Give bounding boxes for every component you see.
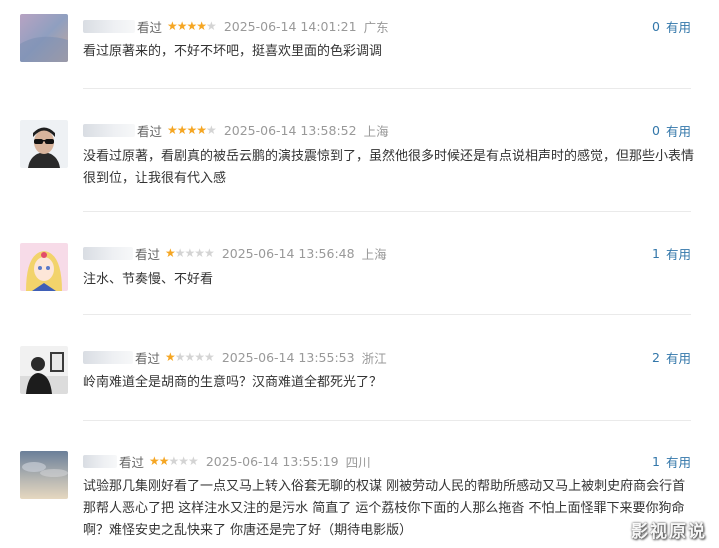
user-avatar[interactable] — [20, 120, 68, 168]
useful-count: 1 — [652, 245, 660, 261]
rating-stars: ★★★★★ — [149, 454, 199, 468]
rating-stars: ★★★★★ — [165, 350, 215, 364]
useful-vote[interactable]: 0 有用 — [652, 120, 691, 140]
review-content: 看过原著来的，不好不坏吧，挺喜欢里面的色彩调调 — [83, 44, 383, 59]
review-location: 上海 — [363, 123, 389, 139]
review-meta: 看过 ★★★★★ 2025-06-14 13:55:19 四川 — [83, 451, 371, 471]
username[interactable] — [83, 454, 117, 468]
watched-label: 看过 — [137, 123, 163, 139]
useful-button[interactable]: 有用 — [666, 348, 691, 367]
username[interactable] — [83, 246, 133, 260]
user-avatar[interactable] — [20, 14, 68, 62]
review-content: 岭南难道全是胡商的生意吗？汉商难道全都死光了？ — [83, 375, 383, 390]
review-content: 试验那几集刚好看了一点又马上转入俗套无聊的权谋 刚被劳动人民的帮助所感动又马上被… — [83, 479, 686, 538]
rating-stars: ★★★★★ — [167, 19, 217, 33]
useful-count: 2 — [652, 349, 660, 365]
useful-vote[interactable]: 2 有用 — [652, 347, 691, 367]
watched-label: 看过 — [135, 246, 161, 262]
useful-vote[interactable]: 0 有用 — [652, 16, 691, 36]
user-avatar[interactable] — [20, 346, 68, 394]
review-location: 四川 — [345, 454, 371, 470]
useful-count: 0 — [652, 122, 660, 138]
review-location: 上海 — [361, 246, 387, 262]
review-time: 2025-06-14 13:58:52 — [223, 122, 357, 138]
username[interactable] — [83, 350, 133, 364]
watched-label: 看过 — [137, 19, 163, 35]
review-meta: 看过 ★★★★★ 2025-06-14 13:58:52 上海 — [83, 120, 389, 140]
watched-label: 看过 — [119, 454, 145, 470]
review-meta: 看过 ★★★★★ 2025-06-14 13:56:48 上海 — [83, 243, 387, 263]
review-content: 没看过原著，看剧真的被岳云鹏的演技震惊到了，虽然他很多时候还是有点说相声时的感觉… — [83, 149, 695, 186]
username[interactable] — [83, 123, 135, 137]
useful-count: 0 — [652, 18, 660, 34]
review-time: 2025-06-14 13:55:19 — [205, 453, 339, 469]
useful-vote[interactable]: 1 有用 — [652, 243, 691, 263]
review-meta: 看过 ★★★★★ 2025-06-14 14:01:21 广东 — [83, 16, 389, 36]
useful-button[interactable]: 有用 — [666, 17, 691, 36]
user-avatar[interactable] — [20, 243, 68, 291]
rating-stars: ★★★★★ — [167, 123, 217, 137]
rating-stars: ★★★★★ — [165, 246, 215, 260]
review-time: 2025-06-14 13:56:48 — [221, 245, 355, 261]
useful-button[interactable]: 有用 — [666, 452, 691, 471]
divider — [83, 314, 691, 315]
divider — [83, 211, 691, 212]
user-avatar[interactable] — [20, 451, 68, 499]
watched-label: 看过 — [135, 350, 161, 366]
review-location: 广东 — [363, 19, 389, 35]
useful-button[interactable]: 有用 — [666, 121, 691, 140]
review-content: 注水、节奏慢、不好看 — [83, 272, 214, 287]
divider — [83, 88, 691, 89]
useful-count: 1 — [652, 453, 660, 469]
useful-vote[interactable]: 1 有用 — [652, 451, 691, 471]
review-time: 2025-06-14 13:55:53 — [221, 349, 355, 365]
review-location: 浙江 — [361, 350, 387, 366]
username[interactable] — [83, 19, 135, 33]
review-time: 2025-06-14 14:01:21 — [223, 18, 357, 34]
useful-button[interactable]: 有用 — [666, 244, 691, 263]
review-meta: 看过 ★★★★★ 2025-06-14 13:55:53 浙江 — [83, 347, 387, 367]
divider — [83, 420, 691, 421]
watermark: 影视原说 — [631, 522, 707, 542]
